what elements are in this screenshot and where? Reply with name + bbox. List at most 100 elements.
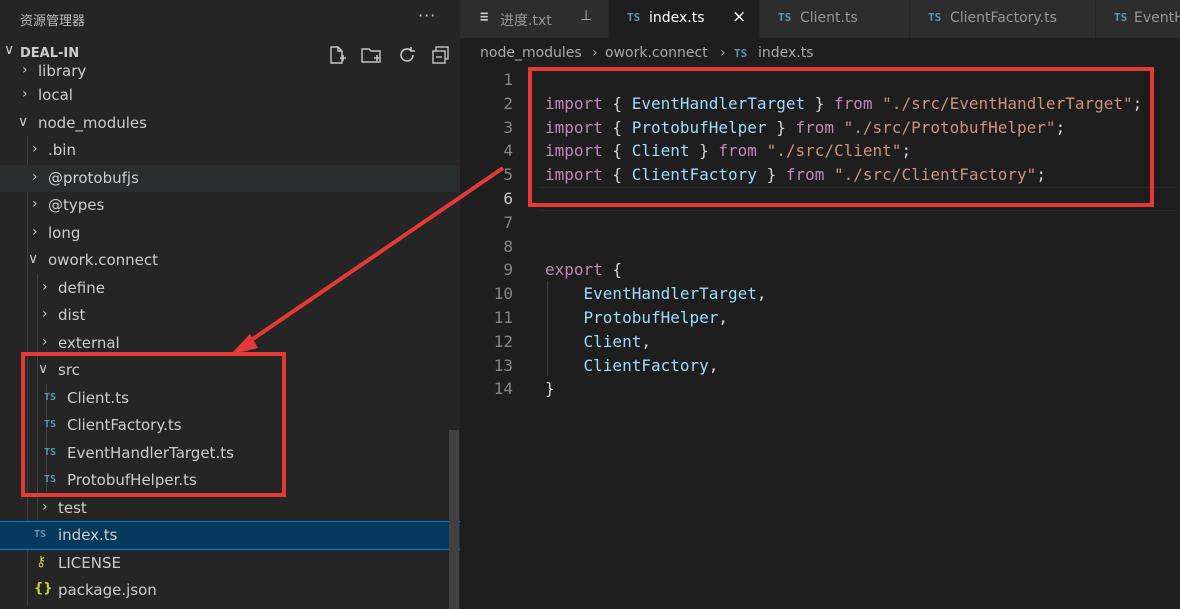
typescript-file-icon: TS xyxy=(44,419,57,430)
chevron-right-icon: › xyxy=(32,169,38,185)
tree-folder-library[interactable]: › library xyxy=(0,58,460,85)
tree-item-label: long xyxy=(48,224,81,242)
tree-file-package-json[interactable]: {} package.json xyxy=(0,577,460,604)
code-token: import xyxy=(545,165,603,185)
tree-file-license[interactable]: ⚷ LICENSE xyxy=(0,550,460,577)
tab-label: Client.ts xyxy=(800,10,858,26)
tree-folder-external[interactable]: › external xyxy=(0,330,460,357)
code-line[interactable]: Client, xyxy=(545,332,651,351)
tree-folder-protobufjs[interactable]: › @protobufjs xyxy=(0,165,460,192)
tree-item-label: ClientFactory.ts xyxy=(67,416,182,434)
code-line[interactable]: export { xyxy=(545,260,622,279)
chevron-down-icon: ∨ xyxy=(18,114,29,130)
tree-item-label: index.ts xyxy=(58,526,118,544)
tab-index-ts[interactable]: TS index.ts × xyxy=(609,0,760,38)
code-token: "./src/ProtobufHelper" xyxy=(843,117,1056,137)
code-token: Client xyxy=(545,331,642,351)
tree-item-label: define xyxy=(58,279,105,297)
chevron-right-icon: › xyxy=(32,141,38,157)
tree-file-eventhandlertarget-ts[interactable]: TS EventHandlerTarget.ts xyxy=(0,440,460,467)
sidebar-scrollbar[interactable] xyxy=(449,430,459,609)
code-token: ; xyxy=(1132,93,1143,113)
code-line[interactable]: } xyxy=(545,379,555,398)
code-token: "./src/Client" xyxy=(766,141,902,161)
code-token: from xyxy=(718,141,757,161)
more-actions-icon[interactable]: ··· xyxy=(418,6,436,25)
tree-file-protobufhelper-ts[interactable]: TS ProtobufHelper.ts xyxy=(0,467,460,494)
tab-label: ClientFactory.ts xyxy=(950,10,1057,26)
chevron-right-icon: › xyxy=(32,224,38,240)
line-number: 12 xyxy=(493,331,513,351)
pin-icon[interactable]: ⊥ xyxy=(580,8,592,24)
tree-folder-node-modules[interactable]: ∨ node_modules xyxy=(0,110,460,137)
tree-folder-src[interactable]: ∨ src xyxy=(0,357,460,384)
tree-item-label: .bin xyxy=(48,141,76,159)
line-number: 14 xyxy=(493,379,513,399)
code-line[interactable]: import { EventHandlerTarget } from "./sr… xyxy=(545,94,1142,113)
line-number: 5 xyxy=(503,165,513,185)
chevron-right-icon: › xyxy=(42,279,48,295)
chevron-right-icon: › xyxy=(42,306,48,322)
code-token: from xyxy=(795,117,834,137)
tree-file-client-ts[interactable]: TS Client.ts xyxy=(0,385,460,412)
explorer-header: 资源管理器 ··· xyxy=(0,0,460,38)
text-file-icon: ≡ xyxy=(480,9,489,25)
typescript-file-icon: TS xyxy=(1114,11,1128,24)
chevron-right-icon: › xyxy=(22,86,28,102)
line-number: 1 xyxy=(503,70,513,89)
code-editor[interactable]: 1 2 3 4 5 6 7 8 9 10 11 12 13 14 import { EventHandle… xyxy=(460,68,1180,609)
code-line[interactable]: ProtobufHelper, xyxy=(545,308,729,327)
breadcrumb-item[interactable]: owork.connect xyxy=(605,45,708,61)
typescript-file-icon: TS xyxy=(34,529,47,540)
code-token: , xyxy=(718,308,729,327)
code-token: EventHandlerTarget xyxy=(545,284,757,304)
typescript-file-icon: TS xyxy=(627,11,641,24)
tree-folder-long[interactable]: › long xyxy=(0,220,460,247)
line-number: 2 xyxy=(503,93,513,113)
json-file-icon: {} xyxy=(34,581,53,596)
tree-folder-local[interactable]: › local xyxy=(0,82,460,109)
code-line[interactable]: EventHandlerTarget, xyxy=(545,284,767,303)
breadcrumb: node_modules › owork.connect › TS index.… xyxy=(460,40,1180,66)
tree-folder-define[interactable]: › define xyxy=(0,275,460,302)
code-token: , xyxy=(641,331,651,351)
code-token: Client xyxy=(631,141,690,161)
breadcrumb-separator: › xyxy=(592,45,598,61)
tree-file-index-ts[interactable]: TS index.ts xyxy=(0,521,460,550)
line-number: 11 xyxy=(493,308,513,327)
code-line[interactable]: import { ProtobufHelper } from "./src/Pr… xyxy=(545,118,1065,137)
breadcrumb-item[interactable]: node_modules xyxy=(480,45,582,61)
code-token: import xyxy=(545,141,603,161)
code-token: { xyxy=(602,93,632,113)
close-icon[interactable]: × xyxy=(732,7,746,27)
code-line[interactable]: ClientFactory, xyxy=(545,355,719,375)
chevron-right-icon: › xyxy=(22,62,28,78)
code-token: ; xyxy=(901,141,912,161)
line-number: 4 xyxy=(503,141,513,161)
code-token: } xyxy=(766,117,796,137)
tab-progress-txt[interactable]: ≡ 进度.txt ⊥ xyxy=(460,0,609,38)
code-token: , xyxy=(708,355,719,375)
tree-folder-owork-connect[interactable]: ∨ owork.connect xyxy=(0,247,460,274)
chevron-right-icon: › xyxy=(32,196,38,212)
code-token: ClientFactory xyxy=(545,355,709,375)
tree-item-label: dist xyxy=(58,306,86,324)
line-number: 3 xyxy=(503,117,513,137)
code-token: } xyxy=(545,379,555,399)
tree-folder-test[interactable]: › test xyxy=(0,495,460,522)
line-number: 9 xyxy=(503,260,513,280)
chevron-right-icon: › xyxy=(42,499,48,515)
code-line[interactable]: import { ClientFactory } from "./src/Cli… xyxy=(545,165,1046,184)
tree-folder-types[interactable]: › @types xyxy=(0,192,460,219)
tab-client-ts[interactable]: TS Client.ts xyxy=(760,0,910,38)
tree-file-clientfactory-ts[interactable]: TS ClientFactory.ts xyxy=(0,412,460,439)
tab-clientfactory-ts[interactable]: TS ClientFactory.ts xyxy=(910,0,1096,38)
line-number: 6 xyxy=(503,189,513,208)
tab-eventhandlertarget-ts[interactable]: TS EventH xyxy=(1096,0,1180,38)
code-line[interactable]: import { Client } from "./src/Client"; xyxy=(545,141,911,160)
breadcrumb-item[interactable]: index.ts xyxy=(758,45,814,61)
tree-folder-dist[interactable]: › dist xyxy=(0,302,460,329)
tree-folder-bin[interactable]: › .bin xyxy=(0,137,460,164)
